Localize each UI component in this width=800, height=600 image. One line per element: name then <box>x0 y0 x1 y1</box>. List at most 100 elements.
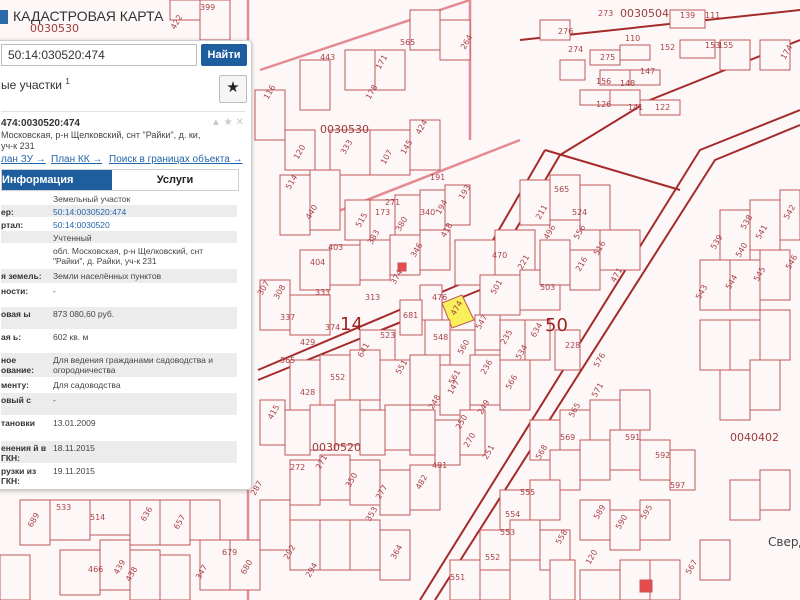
plot[interactable] <box>349 349 381 401</box>
link-search-in-bounds[interactable]: Поиск в границах объекта → <box>109 154 243 165</box>
plot-number: 567 <box>684 558 699 576</box>
plot[interactable] <box>259 499 291 551</box>
info-value: обл. Московская, р-н Щелковский, снт "Ра… <box>53 246 204 266</box>
plot[interactable] <box>509 519 541 561</box>
plot-number: 173 <box>375 208 390 217</box>
plot[interactable] <box>539 239 571 286</box>
plot[interactable] <box>759 469 791 511</box>
info-row: ер: 50:14:0030520:474 <box>1 205 237 218</box>
plot[interactable] <box>409 409 436 456</box>
info-key: овая ы <box>1 309 31 319</box>
info-row: менту: Для садоводства <box>1 378 237 393</box>
plot[interactable] <box>329 129 371 176</box>
warning-icon[interactable]: ▲ <box>211 117 221 128</box>
object-address: Московская, р-н Щелковский, снт "Райки",… <box>1 130 201 151</box>
plot[interactable] <box>639 579 653 593</box>
tab-info-label: Информация <box>2 174 74 186</box>
plot[interactable] <box>699 539 731 581</box>
plot[interactable] <box>309 169 341 231</box>
plot-number: 553 <box>500 528 515 537</box>
plot[interactable] <box>289 519 321 571</box>
link-plan-kk[interactable]: План КК → <box>51 154 102 165</box>
plot[interactable] <box>519 179 551 226</box>
plot[interactable] <box>289 294 331 336</box>
plot[interactable] <box>559 59 586 81</box>
plot-number: 470 <box>492 251 507 260</box>
plot[interactable] <box>649 559 681 600</box>
plot[interactable] <box>359 409 386 456</box>
info-value[interactable]: 50:14:0030520 <box>53 220 235 230</box>
tab-services-label: Услуги <box>156 174 194 186</box>
search-button[interactable]: Найти <box>201 44 247 66</box>
info-key: менту: <box>1 380 29 390</box>
info-row: ая ь: 602 кв. м <box>1 330 237 353</box>
info-row: ртал: 50:14:0030520 <box>1 218 237 231</box>
info-table: Земельный участок ер: 50:14:0030520:474 рта… <box>1 192 237 487</box>
plot[interactable] <box>719 369 751 421</box>
plot[interactable] <box>729 479 761 521</box>
plot[interactable] <box>299 59 331 111</box>
plot-number: 597 <box>670 481 685 490</box>
plot-number: 552 <box>330 373 345 382</box>
plot[interactable] <box>579 439 611 481</box>
plot[interactable] <box>579 569 621 600</box>
plot[interactable] <box>619 389 651 431</box>
info-value: Для садоводства <box>53 380 121 390</box>
plot[interactable] <box>554 329 581 371</box>
plot[interactable] <box>384 404 411 451</box>
plot-number: 275 <box>600 53 615 62</box>
plot-number: 514 <box>90 513 105 522</box>
plot[interactable] <box>529 479 561 521</box>
plot-number: 120 <box>584 548 599 566</box>
plot[interactable] <box>759 309 791 361</box>
tab-info[interactable]: Информация <box>2 170 112 190</box>
info-value: - <box>53 286 56 296</box>
info-value: 602 кв. м <box>53 332 89 342</box>
plot-number: 576 <box>592 351 607 369</box>
plot[interactable] <box>639 439 671 481</box>
link-plan-zu[interactable]: лан ЗУ → <box>1 154 46 165</box>
info-key: енения й в ГКН: <box>1 443 47 463</box>
plot[interactable] <box>579 499 611 541</box>
plot[interactable] <box>189 499 221 541</box>
plot[interactable] <box>289 359 321 411</box>
info-value: 873 080,60 руб. <box>53 309 115 319</box>
plot[interactable] <box>749 199 781 251</box>
plot[interactable] <box>479 569 511 600</box>
tab-services[interactable]: Услуги <box>112 170 238 190</box>
plot-number: 156 <box>596 77 611 86</box>
close-icon[interactable]: ✕ <box>235 117 243 128</box>
plot[interactable] <box>599 229 641 271</box>
plot-number: 552 <box>485 553 500 562</box>
plot[interactable] <box>569 249 601 291</box>
plot[interactable] <box>619 44 651 61</box>
plot[interactable] <box>419 284 443 321</box>
plot-number: 110 <box>625 34 640 43</box>
plot-number: 276 <box>558 27 573 36</box>
plot[interactable] <box>319 519 351 571</box>
plot[interactable] <box>749 359 781 411</box>
plot[interactable] <box>359 239 391 281</box>
plot[interactable] <box>159 554 191 600</box>
favorites-button[interactable]: ★ <box>219 75 247 103</box>
plot[interactable] <box>299 249 331 291</box>
plot[interactable] <box>699 319 731 371</box>
info-value: Земельный участок <box>53 194 131 204</box>
info-value[interactable]: 50:14:0030520:474 <box>53 207 235 217</box>
star-icon[interactable]: ★ <box>224 117 233 128</box>
plot[interactable] <box>334 399 361 446</box>
info-value: 18.11.2015 <box>53 443 95 453</box>
plot[interactable] <box>349 519 381 571</box>
plot[interactable] <box>284 409 311 456</box>
plot[interactable] <box>0 554 31 600</box>
plot[interactable] <box>759 249 791 301</box>
info-key: ности: <box>1 286 29 296</box>
plot-number: 147 <box>640 67 655 76</box>
search-input[interactable] <box>1 44 197 66</box>
plot[interactable] <box>549 559 576 600</box>
results-title: ые участки 1 <box>1 77 70 92</box>
region-number: 50 <box>545 315 568 336</box>
info-row: овая ы 873 080,60 руб. <box>1 307 237 330</box>
plot-number: 679 <box>222 548 237 557</box>
plot-number: 571 <box>590 381 605 399</box>
